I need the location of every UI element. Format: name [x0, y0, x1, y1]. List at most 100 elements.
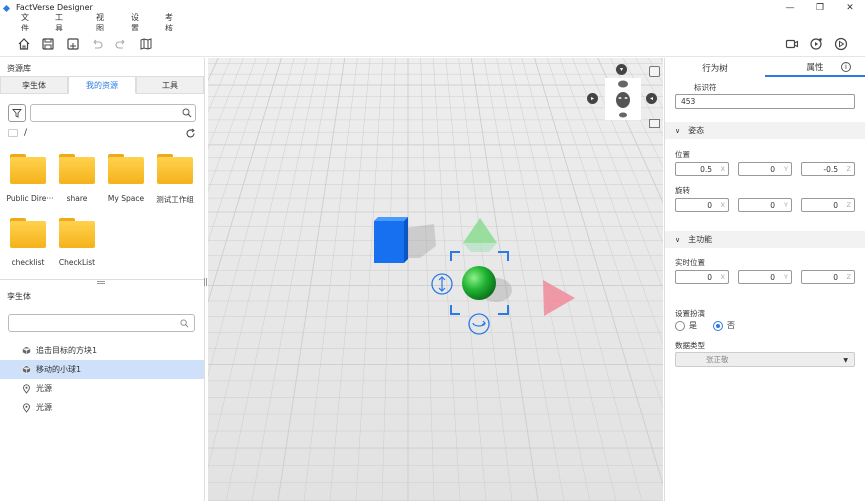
folder-icon	[59, 154, 95, 184]
folder-icon	[59, 218, 95, 248]
twin-list-item[interactable]: 追击目标的方块1	[0, 341, 204, 360]
position-x-field[interactable]: 0.5 X	[675, 162, 729, 176]
identifier-field[interactable]: 453	[675, 94, 855, 109]
twin-search-box	[8, 314, 195, 332]
left-panel: 资源库 孪生体 我的资源 工具 / Public Dire··· share M…	[0, 58, 207, 501]
twin-list-item[interactable]: 移动的小球1	[0, 360, 204, 379]
chevron-down-icon: ∨	[675, 126, 681, 135]
app-logo-icon	[4, 4, 12, 12]
menu-bar: 文件 工具 视图 设置 考核	[0, 13, 865, 33]
library-search-box	[30, 104, 196, 122]
undo-button[interactable]	[89, 36, 105, 52]
main-section-header[interactable]: ∨ 主功能	[665, 231, 865, 248]
acting-yes-radio[interactable]	[675, 320, 685, 331]
folder-item[interactable]: share	[49, 154, 99, 212]
folder-item[interactable]: checklist	[0, 218, 50, 276]
folder-label: 测试工作组	[156, 195, 194, 204]
undo-icon	[93, 39, 103, 49]
realtime-z-field[interactable]: 0Z	[801, 270, 855, 284]
grip-icon	[97, 281, 105, 284]
properties-tabs: 行为树 属性	[665, 58, 865, 77]
map-icon	[140, 38, 152, 50]
view-navigator[interactable]	[605, 78, 641, 120]
scene-grid	[208, 58, 663, 501]
refresh-icon[interactable]	[185, 128, 196, 139]
twin-list-item[interactable]: 光源	[0, 379, 204, 398]
minimize-button[interactable]: —	[775, 0, 805, 15]
cube-icon	[22, 365, 31, 374]
acting-no-label: 否	[727, 321, 735, 330]
blue-cube[interactable]	[374, 217, 408, 263]
folder-label: CheckList	[58, 258, 96, 267]
toolbar	[0, 31, 865, 57]
panel-splitter[interactable]	[0, 279, 204, 285]
folder-icon	[10, 154, 46, 184]
filter-button[interactable]	[8, 104, 26, 122]
twin-search-input[interactable]	[13, 315, 178, 331]
play-icon	[834, 37, 848, 51]
tab-twins[interactable]: 孪生体	[0, 76, 68, 94]
view-right-icon[interactable]: ◂	[646, 93, 657, 104]
folder-item[interactable]: Public Dire···	[0, 154, 54, 212]
view-toggle-icon[interactable]	[649, 66, 660, 77]
vertical-grip-icon[interactable]	[204, 278, 207, 286]
main-section-title: 主功能	[688, 235, 713, 244]
green-sphere[interactable]	[462, 266, 496, 300]
current-path: /	[24, 128, 28, 138]
data-type-label: 数据类型	[675, 341, 705, 350]
acting-yes-label: 是	[689, 321, 697, 330]
record-button[interactable]	[784, 36, 800, 52]
path-row: /	[8, 128, 196, 142]
folder-item[interactable]: CheckList	[49, 218, 99, 276]
rotation-y-field[interactable]: 0Y	[738, 198, 792, 212]
rotation-z-field[interactable]: 0Z	[801, 198, 855, 212]
scene-viewport[interactable]: ▾ ▸ ◂	[208, 58, 663, 501]
position-y-field[interactable]: 0Y	[738, 162, 792, 176]
view-up-icon[interactable]: ▾	[616, 64, 627, 75]
redo-button[interactable]	[113, 36, 129, 52]
folder-icon	[157, 154, 193, 184]
folder-item[interactable]: My Space	[98, 154, 148, 212]
close-button[interactable]: ✕	[835, 0, 865, 15]
twin-label: 光源	[36, 384, 52, 393]
video-camera-icon	[785, 39, 799, 49]
preview-button[interactable]	[808, 36, 824, 52]
library-search-input[interactable]	[35, 105, 180, 121]
search-icon[interactable]	[180, 319, 189, 328]
redo-icon	[115, 39, 125, 49]
twin-label: 移动的小球1	[36, 365, 82, 374]
twin-list-item[interactable]: 光源	[0, 398, 204, 417]
pose-section-header[interactable]: ∨ 姿态	[665, 122, 865, 139]
grid-toggle-icon[interactable]	[649, 119, 660, 128]
rotation-label: 旋转	[675, 186, 690, 195]
folder-outline-icon	[8, 129, 18, 137]
info-icon[interactable]: i	[841, 62, 851, 72]
search-icon[interactable]	[182, 108, 192, 118]
play-button[interactable]	[833, 36, 849, 52]
caret-down-icon: ▼	[843, 357, 848, 364]
tab-tools[interactable]: 工具	[136, 76, 204, 94]
restore-button[interactable]: ❐	[805, 0, 835, 15]
view-left-icon[interactable]: ▸	[587, 93, 598, 104]
acting-no-radio[interactable]	[713, 320, 723, 331]
twin-list: 追击目标的方块1 移动的小球1 光源 光源	[0, 341, 204, 417]
realtime-y-field[interactable]: 0Y	[738, 270, 792, 284]
home-button[interactable]	[16, 36, 32, 52]
library-title: 资源库	[7, 64, 31, 73]
map-button[interactable]	[138, 36, 154, 52]
save-as-button[interactable]	[65, 36, 81, 52]
twin-label: 光源	[36, 403, 52, 412]
rotation-x-field[interactable]: 0X	[675, 198, 729, 212]
position-z-field[interactable]: -0.5 Z	[801, 162, 855, 176]
save-icon	[42, 38, 54, 50]
save-button[interactable]	[40, 36, 56, 52]
data-type-select[interactable]: 张正敬 ▼	[675, 352, 855, 367]
library-filter-row	[8, 104, 196, 122]
folder-item[interactable]: 测试工作组	[147, 154, 197, 212]
tab-my-resources[interactable]: 我的资源	[68, 76, 136, 94]
title-bar: FactVerse Designer — ❐ ✕	[0, 0, 865, 15]
realtime-x-field[interactable]: 0X	[675, 270, 729, 284]
tab-behavior-tree[interactable]: 行为树	[665, 58, 765, 77]
head-model-icon	[616, 80, 630, 118]
light-icon	[22, 383, 31, 394]
